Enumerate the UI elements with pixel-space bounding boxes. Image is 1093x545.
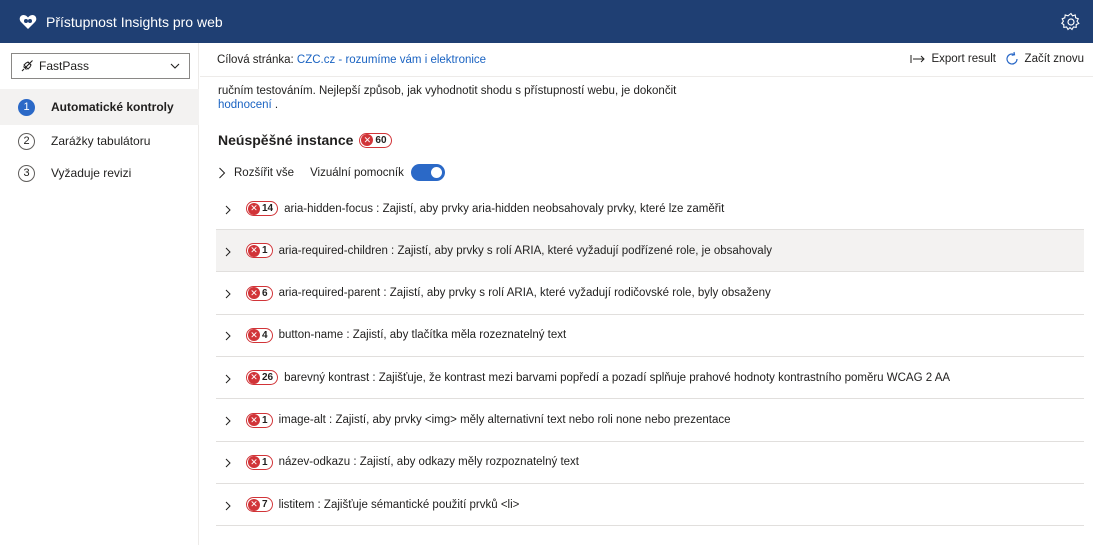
error-x-icon: ✕ xyxy=(248,244,260,257)
failed-count: 60 xyxy=(375,134,387,146)
controls-row: Rozšířit vše Vizuální pomocník xyxy=(218,164,445,181)
error-x-icon: ✕ xyxy=(248,371,260,384)
intro-text-body: ručním testováním. Nejlepší způsob, jak … xyxy=(218,85,677,97)
app-title: Přístupnost Insights pro web xyxy=(46,13,223,30)
expand-all-label: Rozšířit vše xyxy=(234,166,295,179)
failed-count-badge: ✕ 60 xyxy=(359,132,392,148)
intro-text-end: . xyxy=(274,99,279,111)
nav-item-label: Automatické kontroly xyxy=(51,100,174,114)
chevron-right-icon xyxy=(224,288,234,299)
error-x-icon: ✕ xyxy=(361,134,374,146)
step-number: 3 xyxy=(18,164,35,182)
error-x-icon: ✕ xyxy=(248,329,260,342)
expand-all-button[interactable]: Rozšířit vše xyxy=(218,167,294,179)
heart-logo-icon xyxy=(18,12,38,32)
refresh-icon xyxy=(1006,51,1018,65)
left-nav: FastPass 1 Automatické kontroly 2 Zarážk… xyxy=(0,43,199,545)
chevron-right-icon xyxy=(224,500,234,510)
rule-row[interactable]: ✕ 1 aria-required-children : Zajistí, aby … xyxy=(216,230,1084,273)
nav-item-automatic-checks[interactable]: 1 Automatické kontroly xyxy=(0,89,199,125)
failed-instances-heading: Neúspěšné instance ✕ 60 xyxy=(218,132,392,148)
rule-row[interactable]: ✕ 7 listitem : Zajišťuje sémantické použit… xyxy=(216,484,1084,527)
rule-text: název-odkazu : Zajistí, aby odkazy měly … xyxy=(278,456,579,469)
chevron-right-icon xyxy=(224,330,234,341)
rule-count-badge: ✕ 26 xyxy=(246,370,279,386)
rule-count-badge: ✕ 1 xyxy=(246,454,273,470)
rule-count: 1 xyxy=(262,414,268,426)
rule-text: button-name : Zajistí, aby tlačítka měla… xyxy=(278,329,567,342)
step-number: 2 xyxy=(18,132,35,150)
chevron-right-icon xyxy=(224,415,234,426)
rule-row[interactable]: ✕ 6 aria-required-parent : Zajistí, aby pr… xyxy=(216,273,1084,315)
rule-count: 1 xyxy=(262,245,268,257)
target-page: Cílová stránka: CZC.cz - rozumíme vám i … xyxy=(217,54,486,66)
rule-row[interactable]: ✕ 4 button-name : Zajistí, aby tlačítka mě… xyxy=(216,315,1084,357)
rule-row[interactable]: ✕ 26 barevný kontrast : Zajišťuje, že kont… xyxy=(216,357,1084,400)
error-x-icon: ✕ xyxy=(248,498,260,511)
rule-text: image-alt : Zajistí, aby prvky <img> měl… xyxy=(278,414,731,426)
nav-item-tab-stops[interactable]: 2 Zarážky tabulátoru xyxy=(0,123,199,159)
start-over-label: Začít znovu xyxy=(1024,53,1084,65)
error-x-icon: ✕ xyxy=(248,287,260,300)
visual-helper-label: Vizuální pomocník xyxy=(310,166,404,179)
intro-text: ručním testováním. Nejlepší způsob, jak … xyxy=(218,84,818,112)
chevron-right-icon xyxy=(219,167,226,178)
rule-count: 4 xyxy=(262,329,268,341)
error-x-icon: ✕ xyxy=(248,414,260,426)
rule-text: listitem : Zajišťuje sémantické použití … xyxy=(278,498,520,511)
error-x-icon: ✕ xyxy=(248,202,260,215)
command-bar: Cílová stránka: CZC.cz - rozumíme vám i … xyxy=(200,43,1093,77)
export-result-label: Export result xyxy=(931,53,996,65)
assessment-link[interactable]: hodnocení xyxy=(218,99,272,111)
rule-count-badge: ✕ 14 xyxy=(246,201,279,216)
nav-item-needs-review[interactable]: 3 Vyžaduje revizi xyxy=(0,155,199,191)
chevron-right-icon xyxy=(224,246,234,257)
rule-text: barevný kontrast : Zajišťuje, že kontras… xyxy=(284,371,951,384)
start-over-button[interactable]: Začít znovu xyxy=(1004,51,1084,67)
rule-count: 1 xyxy=(262,456,268,468)
main-content: ručním testováním. Nejlepší způsob, jak … xyxy=(200,78,1093,545)
rule-row[interactable]: ✕ 1 image-alt : Zajistí, aby prvky <img> m… xyxy=(216,400,1084,442)
rule-count-badge: ✕ 1 xyxy=(246,243,273,259)
export-result-button[interactable]: Export result xyxy=(910,53,996,65)
error-x-icon: ✕ xyxy=(248,456,260,469)
chevron-down-icon xyxy=(169,60,181,72)
step-number: 1 xyxy=(18,98,35,116)
rule-count-badge: ✕ 6 xyxy=(246,285,273,301)
mode-dropdown-value: FastPass xyxy=(39,59,90,73)
rule-count: 26 xyxy=(262,372,274,384)
rule-count: 14 xyxy=(262,203,274,214)
chevron-right-icon xyxy=(224,457,234,468)
failed-instances-title: Neúspěšné instance xyxy=(218,132,354,148)
rule-text: aria-required-parent : Zajistí, aby prvk… xyxy=(278,287,771,300)
nav-item-label: Vyžaduje revizi xyxy=(51,166,132,180)
gear-icon[interactable] xyxy=(1061,12,1081,32)
visual-helper-toggle[interactable] xyxy=(410,164,445,181)
target-page-label: Cílová stránka: xyxy=(217,53,294,66)
rule-row[interactable]: ✕ 14 aria-hidden-focus : Zajistí, aby prvk… xyxy=(216,188,1084,230)
chevron-right-icon xyxy=(224,204,234,214)
rule-text: aria-required-children : Zajistí, aby pr… xyxy=(278,244,773,257)
rule-row[interactable]: ✕ 1 název-odkazu : Zajistí, aby odkazy měl… xyxy=(216,442,1084,484)
rule-count: 7 xyxy=(262,499,268,511)
rule-count-badge: ✕ 1 xyxy=(246,412,273,428)
export-arrow-icon xyxy=(910,55,926,63)
rule-count-badge: ✕ 4 xyxy=(246,327,273,343)
rule-count-badge: ✕ 7 xyxy=(246,497,273,513)
target-page-link[interactable]: CZC.cz - rozumíme vám i elektronice xyxy=(297,54,486,66)
rule-count: 6 xyxy=(262,287,268,299)
rule-text: aria-hidden-focus : Zajistí, aby prvky a… xyxy=(284,202,725,215)
chevron-right-icon xyxy=(224,373,234,384)
nav-item-label: Zarážky tabulátoru xyxy=(51,134,151,148)
title-bar: Přístupnost Insights pro web xyxy=(0,0,1093,43)
rocket-icon xyxy=(20,59,34,73)
mode-dropdown[interactable]: FastPass xyxy=(11,53,190,79)
